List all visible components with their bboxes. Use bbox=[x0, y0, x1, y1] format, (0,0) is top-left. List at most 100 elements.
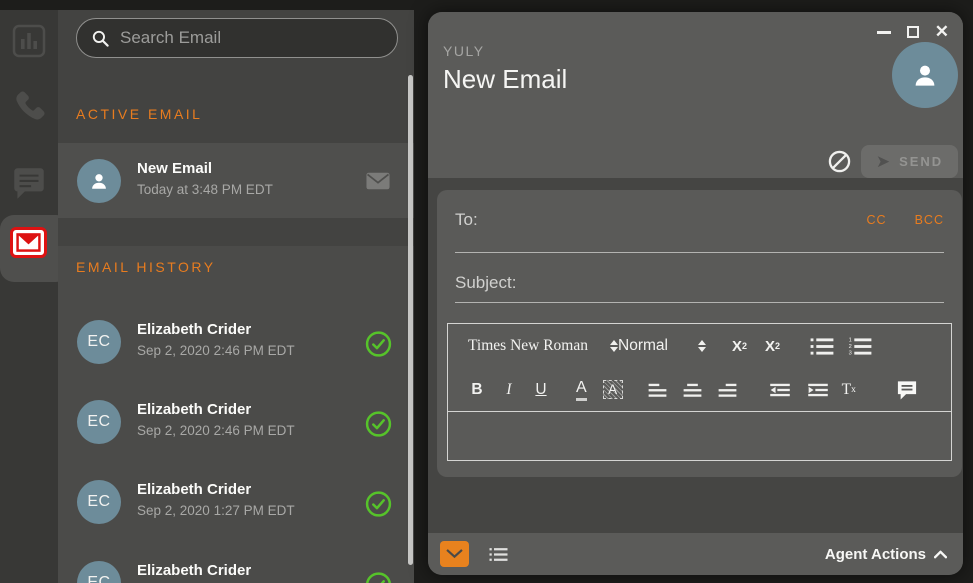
email-body-input[interactable] bbox=[448, 412, 951, 459]
list-icon bbox=[489, 547, 508, 562]
rich-text-editor: Times New Roman Normal X2 X2 bbox=[447, 323, 952, 461]
bcc-button[interactable]: BCC bbox=[915, 213, 944, 227]
window-header: YULY New Email ✕ ➤ SEND bbox=[428, 12, 963, 178]
text-color-button[interactable]: A bbox=[576, 379, 587, 401]
clear-formatting-button[interactable]: Tx bbox=[842, 381, 856, 399]
close-icon: ✕ bbox=[935, 24, 949, 40]
align-left-button[interactable] bbox=[647, 382, 668, 398]
window-title: New Email bbox=[443, 64, 567, 95]
highlight-color-button[interactable]: A bbox=[603, 380, 623, 399]
comment-button[interactable] bbox=[896, 380, 918, 400]
check-circle-icon bbox=[365, 572, 392, 583]
italic-button[interactable]: I bbox=[500, 381, 518, 399]
sidebar-item-reports[interactable] bbox=[0, 24, 58, 63]
paragraph-style-select[interactable]: Normal bbox=[618, 337, 706, 355]
avatar: EC bbox=[77, 480, 121, 524]
numbered-list-button[interactable]: 123 bbox=[848, 337, 872, 356]
compose-window: YULY New Email ✕ ➤ SEND To: CC bbox=[428, 12, 963, 575]
window-footer: Agent Actions bbox=[428, 533, 963, 575]
maximize-icon bbox=[907, 26, 919, 38]
active-email-list-item[interactable]: New Email Today at 3:48 PM EDT bbox=[58, 143, 414, 218]
email-timestamp: Sep 2, 2020 1:27 PM EDT bbox=[137, 501, 295, 520]
email-history-section-title: EMAIL HISTORY bbox=[76, 259, 216, 275]
indent-button[interactable] bbox=[806, 382, 830, 398]
underline-button[interactable]: U bbox=[532, 381, 550, 399]
compose-form: To: CC BCC Subject: Times New Roman Norm… bbox=[437, 190, 962, 477]
avatar: EC bbox=[77, 400, 121, 444]
avatar-initials: EC bbox=[87, 574, 110, 583]
bold-button[interactable]: B bbox=[468, 381, 486, 399]
search-bar[interactable] bbox=[76, 18, 398, 58]
search-input[interactable] bbox=[120, 28, 370, 48]
email-envelope-icon bbox=[10, 227, 47, 258]
outdent-button[interactable] bbox=[768, 382, 792, 398]
to-field[interactable]: To: CC BCC bbox=[455, 200, 944, 253]
subscript-mark: 2 bbox=[775, 341, 780, 351]
minimize-button[interactable] bbox=[877, 31, 891, 34]
to-label: To: bbox=[455, 210, 478, 230]
panel-scrollbar[interactable] bbox=[408, 75, 413, 565]
envelope-status-icon bbox=[364, 170, 392, 192]
maximize-button[interactable] bbox=[907, 26, 919, 38]
person-icon bbox=[910, 60, 940, 90]
agent-actions-label: Agent Actions bbox=[825, 546, 926, 563]
search-icon bbox=[91, 29, 110, 48]
contact-name: Elizabeth Crider bbox=[137, 479, 295, 501]
bar-chart-icon bbox=[12, 24, 46, 63]
chat-bubble-icon bbox=[10, 163, 48, 208]
svg-text:2: 2 bbox=[849, 344, 852, 350]
email-timestamp: Sep 2, 2020 2:46 PM EDT bbox=[137, 341, 295, 360]
subject-label: Subject: bbox=[455, 273, 516, 293]
send-button[interactable]: ➤ SEND bbox=[861, 145, 958, 178]
subscript-button[interactable]: X2 bbox=[765, 338, 780, 355]
avatar: EC bbox=[77, 561, 121, 583]
subject-field[interactable]: Subject: bbox=[455, 269, 944, 303]
updown-arrows-icon bbox=[698, 340, 706, 352]
comment-icon bbox=[896, 380, 918, 400]
history-list-item[interactable]: EC Elizabeth Crider bbox=[58, 545, 414, 583]
recipient-avatar bbox=[892, 42, 958, 108]
superscript-mark: 2 bbox=[742, 341, 747, 351]
check-circle-icon bbox=[365, 331, 392, 358]
agent-actions-button[interactable]: Agent Actions bbox=[825, 546, 947, 563]
email-channel-button[interactable] bbox=[440, 541, 469, 567]
envelope-flap-icon bbox=[445, 547, 464, 561]
check-circle-icon bbox=[365, 411, 392, 438]
align-right-icon bbox=[717, 382, 738, 398]
align-right-button[interactable] bbox=[717, 382, 738, 398]
active-email-section-title: ACTIVE EMAIL bbox=[76, 106, 202, 122]
contact-name: Elizabeth Crider bbox=[137, 319, 295, 341]
paragraph-style-value: Normal bbox=[618, 337, 668, 355]
history-list-item[interactable]: EC Elizabeth Crider Sep 2, 2020 2:46 PM … bbox=[58, 384, 414, 464]
email-list-panel: ACTIVE EMAIL New Email Today at 3:48 PM … bbox=[58, 10, 414, 583]
paper-plane-icon: ➤ bbox=[876, 153, 890, 170]
check-circle-icon bbox=[365, 491, 392, 518]
person-icon bbox=[88, 170, 110, 192]
avatar: EC bbox=[77, 320, 121, 364]
cc-button[interactable]: CC bbox=[867, 213, 887, 227]
align-center-icon bbox=[682, 382, 703, 398]
align-left-icon bbox=[647, 382, 668, 398]
sidebar-item-chats[interactable] bbox=[0, 163, 58, 208]
send-button-label: SEND bbox=[899, 154, 943, 169]
svg-text:1: 1 bbox=[849, 337, 852, 343]
font-family-select[interactable]: Times New Roman bbox=[468, 337, 618, 355]
superscript-button[interactable]: X2 bbox=[732, 338, 747, 355]
font-family-value: Times New Roman bbox=[468, 337, 588, 355]
bullet-list-button[interactable] bbox=[810, 337, 834, 356]
active-email-timestamp: Today at 3:48 PM EDT bbox=[137, 180, 273, 199]
contact-name: Elizabeth Crider bbox=[137, 399, 295, 421]
history-list-item[interactable]: EC Elizabeth Crider Sep 2, 2020 2:46 PM … bbox=[58, 304, 414, 384]
sidebar-item-calls[interactable] bbox=[0, 88, 58, 131]
contact-name: Elizabeth Crider bbox=[137, 560, 251, 582]
close-button[interactable]: ✕ bbox=[935, 24, 949, 40]
clear-format-label: T bbox=[842, 381, 851, 399]
active-email-title: New Email bbox=[137, 158, 273, 180]
indent-icon bbox=[806, 382, 830, 398]
avatar-initials: EC bbox=[87, 333, 110, 351]
align-center-button[interactable] bbox=[682, 382, 703, 398]
history-list-item[interactable]: EC Elizabeth Crider Sep 2, 2020 1:27 PM … bbox=[58, 464, 414, 544]
list-view-button[interactable] bbox=[489, 547, 508, 562]
chevron-up-icon bbox=[934, 550, 947, 559]
blocked-icon[interactable] bbox=[828, 150, 851, 173]
